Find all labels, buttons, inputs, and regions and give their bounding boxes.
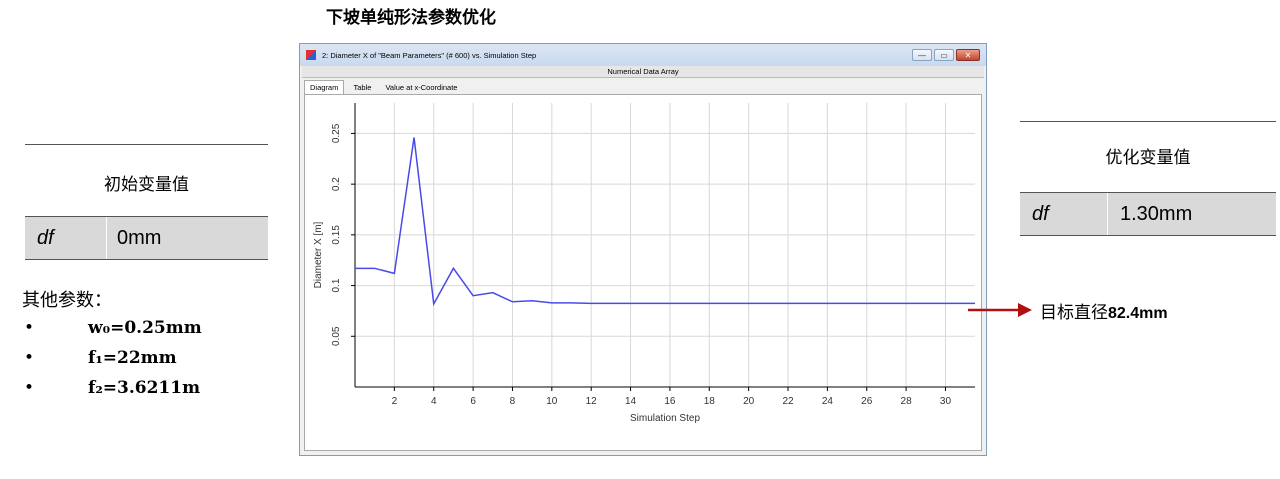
data-window[interactable]: 2: Diameter X of "Beam Parameters" (# 60… [299, 43, 987, 456]
x-tick-label: 10 [546, 396, 558, 407]
arrow-head [1018, 303, 1032, 317]
line-chart: 2 4 6 8 10 12 14 16 18 20 22 24 26 28 300.050.10.150.2… [313, 103, 975, 424]
x-tick-label: 30 [940, 396, 952, 407]
x-tick-label: 26 [861, 396, 873, 407]
optimized-top-rule [1020, 121, 1276, 122]
target-label: 目标直径82.4mm [1040, 298, 1168, 323]
other-params-title: 其他参数： [22, 290, 112, 311]
close-button[interactable]: ✕ [956, 49, 980, 61]
x-tick-label: 22 [782, 396, 794, 407]
optimized-var-name: df [1020, 193, 1108, 235]
initial-heading: 初始变量值 [104, 175, 189, 195]
x-tick-label: 6 [470, 396, 476, 407]
x-tick-label: 20 [743, 396, 755, 407]
initial-var-name: df [25, 217, 107, 259]
x-tick-label: 16 [664, 396, 676, 407]
tab-table[interactable]: Table [348, 81, 376, 94]
target-value: 82.4mm [1108, 305, 1168, 322]
bullet: • [24, 378, 35, 398]
x-tick-label: 8 [510, 396, 516, 407]
initial-var-row: df 0mm [25, 216, 268, 260]
param-item: • w₀=0.25mm [24, 318, 202, 338]
x-tick-label: 28 [901, 396, 913, 407]
minimize-button[interactable]: — [912, 49, 932, 61]
x-tick-label: 2 [392, 396, 398, 407]
app-icon [306, 50, 316, 60]
optimized-heading: 优化变量值 [1105, 148, 1191, 168]
param-text: w₀=0.25mm [88, 318, 202, 338]
series-line [355, 137, 975, 307]
y-tick-label: 0.2 [331, 177, 342, 191]
optimized-var-value: 1.30mm [1120, 202, 1193, 225]
param-text: f₁=22mm [88, 348, 177, 368]
maximize-button[interactable]: ▭ [934, 49, 954, 61]
y-tick-label: 0.15 [331, 225, 342, 245]
window-title: 2: Diameter X of "Beam Parameters" (# 60… [322, 51, 537, 60]
initial-var-value: 0mm [117, 226, 162, 249]
optimized-var-row: df 1.30mm [1020, 192, 1276, 236]
target-arrow [968, 303, 1032, 317]
x-tick-label: 12 [586, 396, 598, 407]
x-tick-label: 24 [822, 396, 834, 407]
x-tick-label: 18 [704, 396, 716, 407]
window-subheader: Numerical Data Array [302, 66, 984, 78]
initial-top-rule [25, 144, 268, 145]
page-title: 下坡单纯形法参数优化 [326, 8, 496, 28]
x-axis-title: Simulation Step [630, 413, 700, 424]
plot-area: 2 4 6 8 10 12 14 16 18 20 22 24 26 28 30 0.05 0.1 0.15 0.2… [304, 94, 982, 451]
target-label-text: 目标直径 [1040, 303, 1108, 323]
param-item: • f₂=3.6211m [24, 378, 200, 398]
x-tick-label: 4 [431, 396, 437, 407]
tab-value-at-x[interactable]: Value at x-Coordinate [380, 81, 462, 94]
param-item: • f₁=22mm [24, 348, 177, 368]
param-text: f₂=3.6211m [88, 378, 201, 398]
window-titlebar[interactable]: 2: Diameter X of "Beam Parameters" (# 60… [300, 44, 986, 66]
bullet: • [24, 348, 35, 368]
y-tick-label: 0.1 [331, 278, 342, 292]
y-tick-label: 0.05 [331, 326, 342, 346]
x-tick-label: 14 [625, 396, 637, 407]
bullet: • [24, 318, 35, 338]
tab-bar: Diagram Table Value at x-Coordinate [304, 80, 464, 94]
y-axis-title: Diameter X [m] [313, 221, 324, 288]
y-tick-label: 0.25 [331, 123, 342, 143]
tab-diagram[interactable]: Diagram [304, 80, 345, 94]
